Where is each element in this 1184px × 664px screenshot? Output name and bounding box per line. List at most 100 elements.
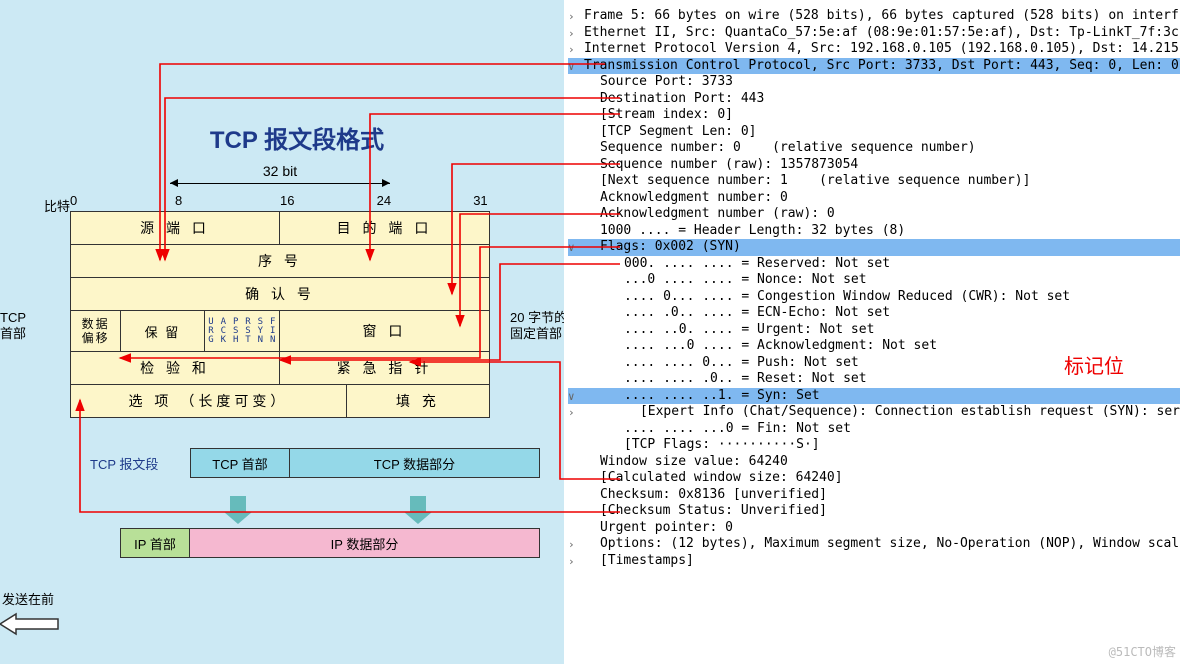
packet-line[interactable]: › Frame 5: 66 bytes on wire (528 bits), 6… bbox=[568, 8, 1180, 25]
packet-line[interactable]: [Next sequence number: 1 (relative seque… bbox=[568, 173, 1180, 190]
packet-line[interactable]: [TCP Flags: ··········S·] bbox=[568, 437, 1180, 454]
packet-line-text: [TCP Segment Len: 0] bbox=[600, 124, 757, 139]
packet-line-text: Source Port: 3733 bbox=[600, 74, 733, 89]
packet-line-text: .... .... .0.. = Reset: Not set bbox=[624, 371, 867, 386]
packet-line[interactable]: 1000 .... = Header Length: 32 bytes (8) bbox=[568, 223, 1180, 240]
packet-line-text: 1000 .... = Header Length: 32 bytes (8) bbox=[600, 223, 905, 238]
packet-line[interactable]: [Calculated window size: 64240] bbox=[568, 470, 1180, 487]
caret-icon[interactable]: ∨ bbox=[568, 240, 575, 257]
packet-line[interactable]: ∨ .... .... ..1. = Syn: Set bbox=[568, 388, 1180, 405]
bit-ruler: 32 bit 比特 0 8 16 24 31 bbox=[70, 163, 490, 211]
packet-line[interactable]: Checksum: 0x8136 [unverified] bbox=[568, 487, 1180, 504]
packet-line[interactable]: 000. .... .... = Reserved: Not set bbox=[568, 256, 1180, 273]
field-checksum: 检 验 和 bbox=[71, 352, 280, 384]
packet-line[interactable]: .... .0.. .... = ECN-Echo: Not set bbox=[568, 305, 1180, 322]
tcp-data-box: TCP 数据部分 bbox=[290, 448, 540, 478]
caret-icon[interactable]: ∨ bbox=[568, 59, 575, 76]
packet-details-panel: › Frame 5: 66 bytes on wire (528 bits), 6… bbox=[564, 0, 1184, 664]
packet-line[interactable]: .... .... ...0 = Fin: Not set bbox=[568, 421, 1180, 438]
packet-line-text: Sequence number: 0 (relative sequence nu… bbox=[600, 140, 976, 155]
caret-icon[interactable]: › bbox=[568, 42, 575, 59]
packet-line[interactable]: [Stream index: 0] bbox=[568, 107, 1180, 124]
packet-line-text: [Expert Info (Chat/Sequence): Connection… bbox=[640, 404, 1180, 419]
flags-annotation: 标记位 bbox=[1064, 358, 1124, 375]
packet-line[interactable]: Source Port: 3733 bbox=[568, 74, 1180, 91]
packet-line[interactable]: .... ...0 .... = Acknowledgment: Not set bbox=[568, 338, 1180, 355]
packet-line-text: Window size value: 64240 bbox=[600, 454, 788, 469]
packet-line[interactable]: › [Timestamps] bbox=[568, 553, 1180, 570]
field-urgent: 紧 急 指 针 bbox=[280, 352, 489, 384]
packet-line[interactable]: ...0 .... .... = Nonce: Not set bbox=[568, 272, 1180, 289]
packet-line[interactable]: › Options: (12 bytes), Maximum segment si… bbox=[568, 536, 1180, 553]
send-arrow-icon bbox=[0, 612, 60, 636]
packet-line-text: [TCP Flags: ··········S·] bbox=[624, 437, 820, 452]
packet-line[interactable]: Sequence number (raw): 1357873054 bbox=[568, 157, 1180, 174]
packet-line-text: .... .0.. .... = ECN-Echo: Not set bbox=[624, 305, 890, 320]
packet-line-text: Checksum: 0x8136 [unverified] bbox=[600, 487, 827, 502]
field-sequence: 序 号 bbox=[71, 245, 489, 277]
field-options: 选 项 （长度可变） bbox=[71, 385, 347, 417]
send-first-label: 发送在前 bbox=[2, 589, 54, 608]
packet-line[interactable]: [Checksum Status: Unverified] bbox=[568, 503, 1180, 520]
packet-line-text: .... .... 0... = Push: Not set bbox=[624, 355, 859, 370]
down-arrow-icon bbox=[410, 496, 426, 514]
packet-line[interactable]: Sequence number: 0 (relative sequence nu… bbox=[568, 140, 1180, 157]
caret-icon[interactable]: › bbox=[568, 537, 575, 554]
packet-line-text: Sequence number (raw): 1357873054 bbox=[600, 157, 858, 172]
packet-line-text: .... .... ..1. = Syn: Set bbox=[624, 388, 820, 403]
bit-prefix: 比特 bbox=[44, 196, 70, 215]
field-padding: 填 充 bbox=[347, 385, 489, 417]
packet-line[interactable]: [TCP Segment Len: 0] bbox=[568, 124, 1180, 141]
down-arrow-icon bbox=[230, 496, 246, 514]
watermark: @51CTO博客 bbox=[1109, 644, 1176, 661]
packet-line[interactable]: Destination Port: 443 bbox=[568, 91, 1180, 108]
packet-line[interactable]: Window size value: 64240 bbox=[568, 454, 1180, 471]
packet-line[interactable]: .... 0... .... = Congestion Window Reduc… bbox=[568, 289, 1180, 306]
packet-line-text: .... ...0 .... = Acknowledgment: Not set bbox=[624, 338, 937, 353]
packet-line[interactable]: ∨ Transmission Control Protocol, Src Port… bbox=[568, 58, 1180, 75]
tcp-header-side-label: TCP 首部 bbox=[0, 310, 26, 342]
caret-icon[interactable]: › bbox=[568, 26, 575, 43]
packet-line[interactable]: .... ..0. .... = Urgent: Not set bbox=[568, 322, 1180, 339]
packet-line-text: Destination Port: 443 bbox=[600, 91, 764, 106]
field-window: 窗 口 bbox=[280, 311, 489, 351]
caret-icon[interactable]: › bbox=[568, 554, 575, 571]
field-source-port: 源 端 口 bbox=[71, 212, 280, 244]
packet-line-text: Frame 5: 66 bytes on wire (528 bits), 66… bbox=[584, 8, 1179, 23]
packet-tree[interactable]: › Frame 5: 66 bytes on wire (528 bits), 6… bbox=[568, 8, 1180, 569]
caret-icon[interactable]: ∨ bbox=[568, 389, 575, 406]
packet-line[interactable]: ›Ethernet II, Src: QuantaCo_57:5e:af (08… bbox=[568, 25, 1180, 42]
packet-line-text: Transmission Control Protocol, Src Port:… bbox=[584, 58, 1179, 73]
packet-line[interactable]: Acknowledgment number: 0 bbox=[568, 190, 1180, 207]
packet-line-text: [Stream index: 0] bbox=[600, 107, 733, 122]
packet-line[interactable]: › [Expert Info (Chat/Sequence): Connectio… bbox=[568, 404, 1180, 421]
packet-line-text: Acknowledgment number (raw): 0 bbox=[600, 206, 835, 221]
packet-line-text: ...0 .... .... = Nonce: Not set bbox=[624, 272, 867, 287]
packet-line-text: [Next sequence number: 1 (relative seque… bbox=[600, 173, 1030, 188]
packet-line-text: .... .... ...0 = Fin: Not set bbox=[624, 421, 851, 436]
bit-width-label: 32 bit bbox=[263, 163, 297, 179]
field-flags: URG ACK PSH RST SYN FIN bbox=[205, 311, 280, 351]
packet-line[interactable]: › Internet Protocol Version 4, Src: 192.1… bbox=[568, 41, 1180, 58]
caret-icon[interactable]: › bbox=[568, 405, 575, 422]
packet-line-text: [Timestamps] bbox=[600, 553, 694, 568]
tcp-segment-label: TCP 报文段 bbox=[90, 454, 158, 473]
packet-line[interactable]: Urgent pointer: 0 bbox=[568, 520, 1180, 537]
packet-line-text: .... ..0. .... = Urgent: Not set bbox=[624, 322, 874, 337]
tcp-header-table: 源 端 口 目 的 端 口 序 号 确 认 号 数据偏移 保 留 URG ACK… bbox=[70, 211, 490, 418]
tcp-header-box: TCP 首部 bbox=[190, 448, 290, 478]
packet-line-text: Internet Protocol Version 4, Src: 192.16… bbox=[584, 41, 1179, 56]
packet-line-text: Options: (12 bytes), Maximum segment siz… bbox=[600, 536, 1179, 551]
packet-line[interactable]: ∨Flags: 0x002 (SYN) bbox=[568, 239, 1180, 256]
ip-header-box: IP 首部 bbox=[120, 528, 190, 558]
tcp-diagram-panel: TCP 报文段格式 32 bit 比特 0 8 16 24 31 源 端 口 目… bbox=[0, 0, 564, 664]
ip-data-box: IP 数据部分 bbox=[190, 528, 540, 558]
field-data-offset: 数据偏移 bbox=[71, 311, 121, 351]
packet-line-text: 000. .... .... = Reserved: Not set bbox=[624, 256, 890, 271]
packet-line-text: .... 0... .... = Congestion Window Reduc… bbox=[624, 289, 1070, 304]
field-reserved: 保 留 bbox=[121, 311, 205, 351]
packet-line-text: [Calculated window size: 64240] bbox=[600, 470, 843, 485]
packet-line-text: Urgent pointer: 0 bbox=[600, 520, 733, 535]
packet-line[interactable]: Acknowledgment number (raw): 0 bbox=[568, 206, 1180, 223]
caret-icon[interactable]: › bbox=[568, 9, 575, 26]
